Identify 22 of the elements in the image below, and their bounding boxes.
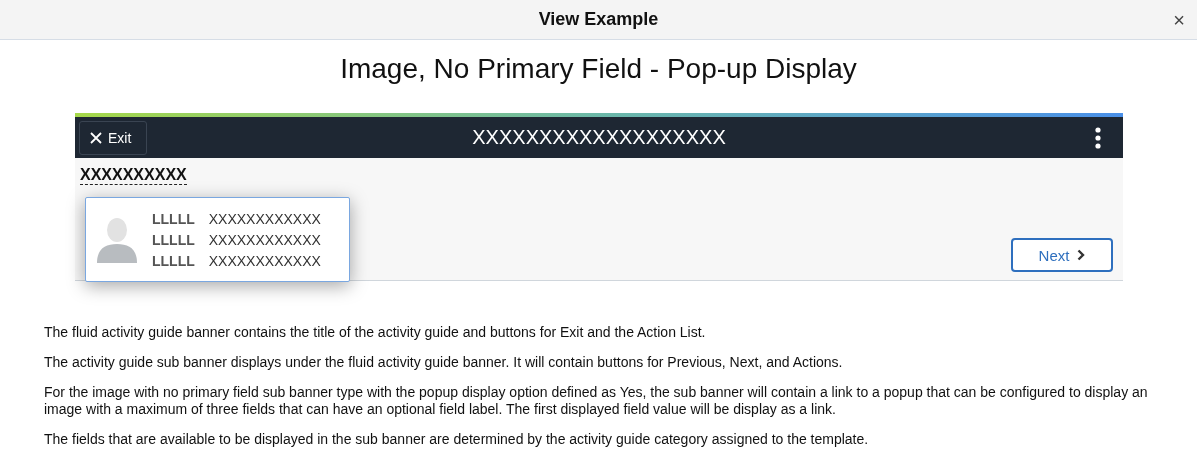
field-label: LLLLL	[152, 210, 195, 227]
description-paragraph: For the image with no primary field sub banner type with the popup display option defined as Yes, the sub banner will contain a link to a popup that can be configured to display an image with a maximum of three fields that can have an optional field label. The first displayed field value will be display as a link.	[44, 384, 1149, 418]
description-paragraph: The activity guide sub banner displays under the fluid activity guide banner. It will contain buttons for Previous, Next, and Actions.	[44, 354, 844, 371]
field-value: XXXXXXXXXXXX	[208, 252, 321, 269]
banner-title: XXXXXXXXXXXXXXXXXXX	[472, 126, 726, 149]
chevron-right-icon	[1077, 249, 1086, 261]
menu-button[interactable]	[1095, 126, 1101, 149]
person-icon	[96, 216, 138, 263]
page-heading: Image, No Primary Field - Pop-up Display	[339, 53, 858, 85]
popup-link[interactable]: XXXXXXXXXX	[80, 166, 187, 185]
field-label: LLLLL	[152, 231, 195, 248]
kebab-icon	[1095, 126, 1101, 149]
field-label: LLLLL	[152, 252, 195, 269]
close-button[interactable]: ×	[1173, 10, 1185, 30]
exit-button[interactable]: Exit	[79, 120, 147, 155]
dialog-title: View Example	[538, 9, 659, 30]
next-button[interactable]: Next	[1011, 238, 1113, 272]
description-paragraph: The fluid activity guide banner contains the title of the activity guide and buttons for Exit and the Action List.	[44, 324, 707, 341]
field-value: XXXXXXXXXXXX	[208, 210, 321, 227]
field-value: XXXXXXXXXXXX	[208, 231, 321, 248]
close-icon	[90, 131, 102, 144]
description-paragraph: The fields that are available to be displayed in the sub banner are determined by the activity guide category assigned to the template.	[44, 431, 870, 448]
